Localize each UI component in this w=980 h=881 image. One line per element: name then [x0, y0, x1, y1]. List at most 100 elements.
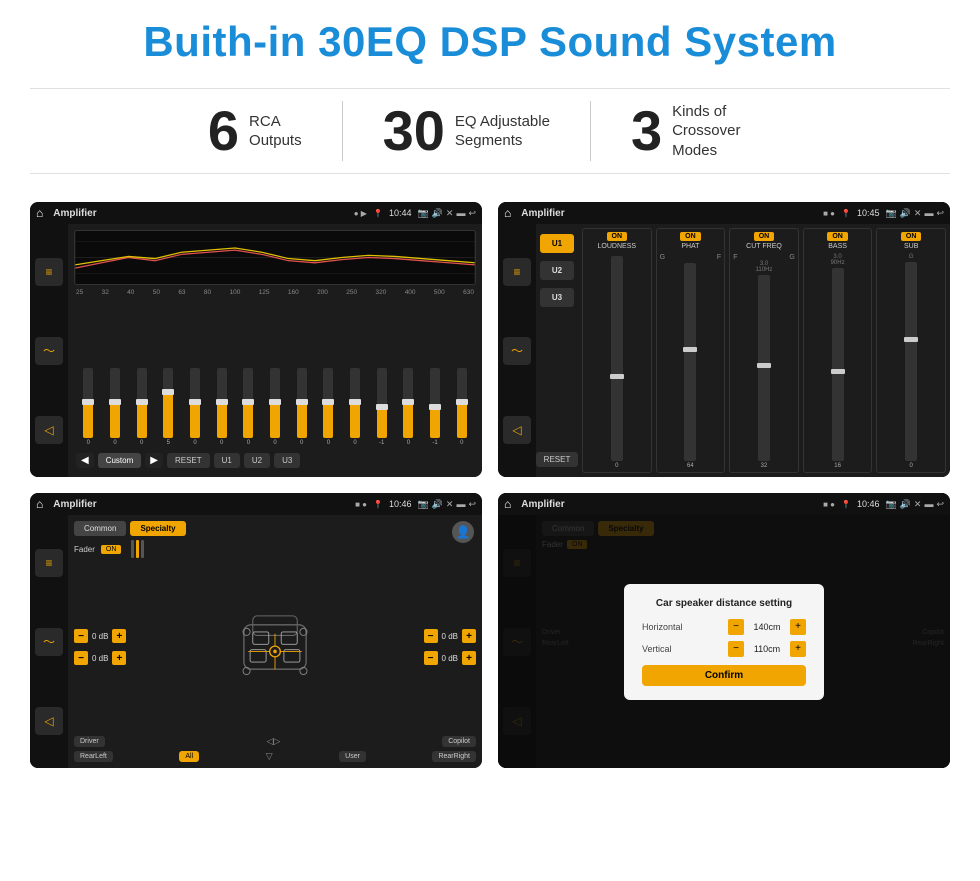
- statusbar-1: ⌂ Amplifier ● ▶ 📍 10:44 📷 🔊 ✕ ▬ ↩: [30, 202, 482, 224]
- fader-minus-4[interactable]: −: [424, 651, 438, 665]
- fader-plus-3[interactable]: +: [462, 629, 476, 643]
- all-btn[interactable]: All: [179, 751, 199, 762]
- horizontal-ctrl: − 140cm +: [728, 619, 806, 635]
- user-btn[interactable]: User: [339, 751, 366, 762]
- speaker-icon-btn-3[interactable]: ◁: [35, 707, 63, 735]
- title-3: Amplifier: [53, 499, 349, 510]
- dialog-screen-content: ≡ 〜 ◁ Common Specialty Fader ON Driv: [498, 515, 950, 768]
- pin-icon-1: 📍: [373, 209, 383, 218]
- wave-icon-btn-2[interactable]: 〜: [503, 337, 531, 365]
- dialog-vertical-row: Vertical − 110cm +: [642, 641, 806, 657]
- copilot-btn[interactable]: Copilot: [442, 736, 476, 747]
- status-icons-2: 📷 🔊 ✕ ▬ ↩: [885, 208, 944, 219]
- eq-u3-btn[interactable]: U3: [274, 453, 300, 468]
- driver-btn[interactable]: Driver: [74, 736, 105, 747]
- status-dots-1: ● ▶: [354, 209, 367, 218]
- features-row: 6 RCA Outputs 30 EQ Adjustable Segments …: [30, 88, 950, 174]
- back-icon-3: ↩: [468, 499, 476, 510]
- amp-phat: ON PHAT GF 64: [656, 228, 726, 473]
- eq-icon-btn-3[interactable]: ≡: [35, 549, 63, 577]
- eq-slider-10: 0: [343, 368, 368, 446]
- fader-plus-2[interactable]: +: [112, 651, 126, 665]
- amp-u2-btn[interactable]: U2: [540, 261, 574, 280]
- amp-main: ON LOUDNESS 0 ON PHAT: [578, 224, 950, 477]
- fader-plus-4[interactable]: +: [462, 651, 476, 665]
- dialog-horizontal-row: Horizontal − 140cm +: [642, 619, 806, 635]
- vertical-label: Vertical: [642, 644, 672, 654]
- home-icon-3: ⌂: [36, 497, 43, 511]
- eq-u2-btn[interactable]: U2: [244, 453, 270, 468]
- side-icons-3: ≡ 〜 ◁: [30, 515, 68, 768]
- fader-minus-2[interactable]: −: [74, 651, 88, 665]
- amp-reset-btn[interactable]: RESET: [536, 452, 579, 467]
- nav-arrows: ◁▷: [267, 736, 281, 747]
- eq-u1-btn[interactable]: U1: [214, 453, 240, 468]
- screen-eq: ⌂ Amplifier ● ▶ 📍 10:44 📷 🔊 ✕ ▬ ↩ ≡ 〜 ◁: [30, 202, 482, 477]
- close-icon-4: ✕: [914, 499, 922, 510]
- volume-icon-2: 🔊: [900, 208, 911, 219]
- eq-slider-11: -1: [369, 368, 394, 446]
- eq-slider-8: 0: [289, 368, 314, 446]
- speaker-icon-btn[interactable]: ◁: [35, 416, 63, 444]
- eq-play-btn[interactable]: ▶: [145, 453, 163, 468]
- statusbar-4: ⌂ Amplifier ■ ● 📍 10:46 📷 🔊 ✕ ▬ ↩: [498, 493, 950, 515]
- fader-val-2: 0 dB: [92, 654, 108, 663]
- fader-val-3: 0 dB: [442, 632, 458, 641]
- dialog-box: Car speaker distance setting Horizontal …: [624, 584, 824, 700]
- feature-eq: 30 EQ Adjustable Segments: [343, 103, 590, 159]
- eq-slider-5: 0: [209, 368, 234, 446]
- eq-slider-9: 0: [316, 368, 341, 446]
- horizontal-plus-btn[interactable]: +: [790, 619, 806, 635]
- camera-icon-3: 📷: [417, 499, 428, 510]
- volume-icon-3: 🔊: [432, 499, 443, 510]
- vertical-minus-btn[interactable]: −: [728, 641, 744, 657]
- fader-label: Fader: [74, 545, 95, 554]
- eq-reset-btn[interactable]: RESET: [167, 453, 210, 468]
- wave-icon-btn-3[interactable]: 〜: [35, 628, 63, 656]
- status-icons-4: 📷 🔊 ✕ ▬ ↩: [885, 499, 944, 510]
- down-arrow: ▽: [266, 751, 273, 762]
- camera-icon-4: 📷: [885, 499, 896, 510]
- horizontal-minus-btn[interactable]: −: [728, 619, 744, 635]
- eq-slider-2: 0: [129, 368, 154, 446]
- rearleft-btn[interactable]: RearLeft: [74, 751, 113, 762]
- statusbar-2: ⌂ Amplifier ■ ● 📍 10:45 📷 🔊 ✕ ▬ ↩: [498, 202, 950, 224]
- fader-right-col: − 0 dB + − 0 dB +: [424, 629, 476, 665]
- home-icon-4: ⌂: [504, 497, 511, 511]
- eq-main: 2532405063 80100125160200 25032040050063…: [68, 224, 482, 477]
- minimize-icon-4: ▬: [924, 499, 933, 510]
- amp-u3-btn[interactable]: U3: [540, 288, 574, 307]
- tab-common[interactable]: Common: [74, 521, 126, 536]
- fader-minus-3[interactable]: −: [424, 629, 438, 643]
- tab-specialty[interactable]: Specialty: [130, 521, 185, 536]
- eq-slider-6: 0: [236, 368, 261, 446]
- fader-minus-1[interactable]: −: [74, 629, 88, 643]
- fader-screen-content: ≡ 〜 ◁ Common Specialty Fader ON: [30, 515, 482, 768]
- vertical-plus-btn[interactable]: +: [790, 641, 806, 657]
- eq-icon-btn[interactable]: ≡: [35, 258, 63, 286]
- amp-u1-btn[interactable]: U1: [540, 234, 574, 253]
- back-icon-4: ↩: [936, 499, 944, 510]
- statusbar-3: ⌂ Amplifier ■ ● 📍 10:46 📷 🔊 ✕ ▬ ↩: [30, 493, 482, 515]
- rearright-btn[interactable]: RearRight: [432, 751, 476, 762]
- speaker-icon-btn-2[interactable]: ◁: [503, 416, 531, 444]
- dialog-overlay: Car speaker distance setting Horizontal …: [498, 515, 950, 768]
- title-4: Amplifier: [521, 499, 817, 510]
- dialog-title: Car speaker distance setting: [642, 598, 806, 609]
- confirm-button[interactable]: Confirm: [642, 665, 806, 686]
- feature-num-6: 6: [208, 103, 239, 159]
- horizontal-value: 140cm: [748, 622, 786, 632]
- eq-slider-12: 0: [396, 368, 421, 446]
- eq-prev-btn[interactable]: ◀: [76, 453, 94, 468]
- wave-icon-btn[interactable]: 〜: [35, 337, 63, 365]
- minimize-icon-1: ▬: [456, 208, 465, 219]
- eq-icon-btn-2[interactable]: ≡: [503, 258, 531, 286]
- eq-screen-content: ≡ 〜 ◁: [30, 224, 482, 477]
- fader-bottom-row2: RearLeft All ▽ User RearRight: [74, 751, 476, 762]
- fader-plus-1[interactable]: +: [112, 629, 126, 643]
- status-dots-3: ■ ●: [355, 500, 367, 509]
- eq-preset-custom[interactable]: Custom: [98, 453, 142, 468]
- pin-icon-2: 📍: [841, 209, 851, 218]
- profile-icon-3[interactable]: 👤: [452, 521, 474, 543]
- status-icons-3: 📷 🔊 ✕ ▬ ↩: [417, 499, 476, 510]
